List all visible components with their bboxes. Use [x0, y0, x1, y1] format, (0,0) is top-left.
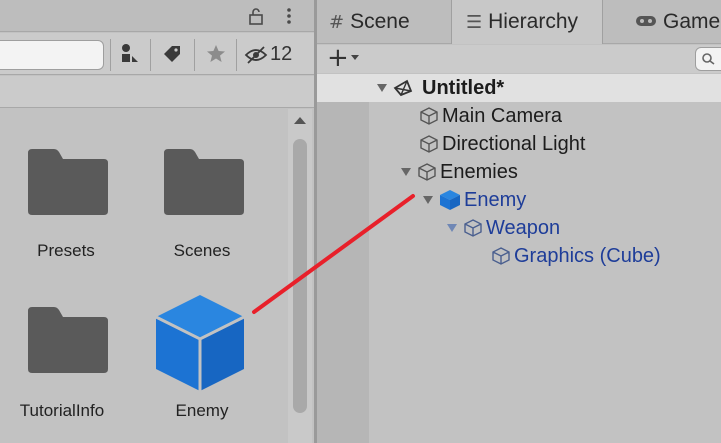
prefab-cube-icon — [440, 190, 460, 210]
more-options-icon[interactable] — [286, 6, 292, 30]
folder-icon — [28, 307, 108, 373]
tab-hierarchy[interactable]: ☰ Hierarchy — [451, 0, 603, 44]
gameobject-cube-icon — [492, 247, 510, 265]
asset-label: TutorialInfo — [19, 401, 105, 420]
lock-icon[interactable] — [248, 6, 264, 30]
folder-icon — [164, 149, 244, 215]
hierarchy-item-directional-light[interactable]: Directional Light — [419, 130, 585, 158]
project-tab-bar — [0, 0, 316, 32]
hierarchy-item-enemies[interactable]: Enemies — [401, 158, 518, 186]
hidden-packages-count: 12 — [270, 43, 293, 65]
hierarchy-toolbar: + — [317, 43, 721, 73]
expand-arrow-icon[interactable] — [447, 224, 457, 232]
toolbar-divider — [236, 39, 237, 71]
gamepad-icon — [635, 1, 657, 44]
asset-label: Presets — [37, 241, 95, 260]
project-toolbar: 12 — [0, 33, 316, 75]
add-icon[interactable]: + — [327, 43, 349, 73]
hidden-packages-icon[interactable] — [244, 45, 268, 65]
hierarchy-item-label: Main Camera — [442, 104, 563, 127]
toolbar-divider — [194, 39, 195, 71]
search-by-type-icon[interactable] — [118, 42, 142, 66]
chevron-down-icon[interactable] — [351, 55, 359, 60]
project-asset-grid: Presets Scenes TutorialInfo Enemy — [0, 109, 288, 443]
toolbar-divider — [110, 39, 111, 71]
expand-arrow-icon[interactable] — [423, 196, 433, 204]
hierarchy-item-label: Directional Light — [442, 132, 586, 155]
scroll-up-arrow-icon[interactable] — [294, 117, 306, 124]
scene-name: Untitled* — [422, 76, 505, 99]
favorite-star-icon[interactable] — [204, 42, 228, 66]
hierarchy-item-main-camera[interactable]: Main Camera — [419, 102, 562, 130]
gameobject-cube-icon — [420, 107, 438, 125]
asset-label: Enemy — [175, 401, 229, 420]
gameobject-cube-icon — [418, 163, 436, 181]
prefab-cube-icon — [155, 295, 245, 391]
tab-scene[interactable]: # Scene — [329, 0, 410, 44]
project-search-input[interactable] — [0, 40, 104, 70]
hierarchy-item-enemy[interactable]: Enemy — [423, 186, 526, 214]
hierarchy-panel: # Scene ☰ Hierarchy Game + Untitled* Mai… — [317, 0, 721, 443]
folder-icon — [28, 149, 108, 215]
project-panel: 12 Presets Scenes TutorialInfo Enemy — [0, 0, 316, 443]
hierarchy-item-label: Graphics (Cube) — [514, 244, 661, 267]
search-icon — [702, 53, 715, 65]
hierarchy-item-graphics-cube[interactable]: Graphics (Cube) — [491, 242, 661, 270]
gameobject-cube-icon — [464, 219, 482, 237]
asset-label: Scenes — [173, 241, 231, 260]
expand-arrow-icon[interactable] — [401, 168, 411, 176]
list-icon: ☰ — [466, 12, 483, 33]
search-by-label-icon[interactable] — [160, 42, 184, 66]
expand-arrow-icon[interactable] — [377, 84, 387, 92]
hierarchy-search-input[interactable] — [695, 47, 721, 71]
tab-game[interactable]: Game — [635, 0, 721, 44]
editor-tab-bar: # Scene ☰ Hierarchy Game — [317, 0, 721, 44]
hierarchy-tree: Untitled* Main Camera Directional Light … — [317, 74, 721, 443]
toolbar-divider — [150, 39, 151, 71]
hierarchy-item-label: Enemies — [440, 160, 518, 183]
project-breadcrumb-bar — [0, 76, 316, 108]
unity-scene-icon — [393, 79, 413, 97]
hierarchy-item-label: Weapon — [486, 216, 561, 239]
scene-header[interactable]: Untitled* — [377, 74, 504, 102]
gameobject-cube-icon — [420, 135, 438, 153]
scroll-thumb[interactable] — [293, 139, 307, 413]
project-scrollbar[interactable] — [288, 109, 312, 443]
hierarchy-item-label: Enemy — [464, 188, 527, 211]
hierarchy-item-weapon[interactable]: Weapon — [447, 214, 560, 242]
grid-icon: # — [329, 12, 345, 33]
